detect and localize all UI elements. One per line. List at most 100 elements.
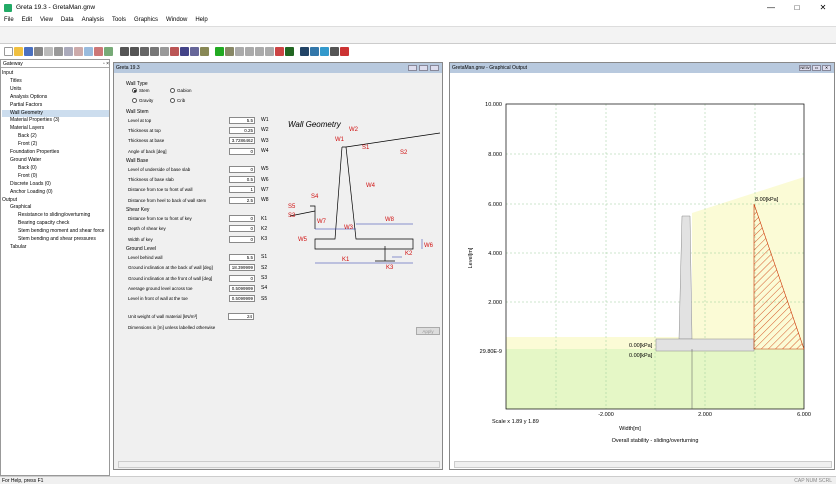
font-icon[interactable] [150, 47, 159, 56]
field-value[interactable]: 0.5 [229, 176, 255, 184]
force-icon[interactable] [225, 47, 234, 56]
radio-gabion[interactable]: Gabion [170, 88, 192, 93]
field-value[interactable]: 0.5099999 [229, 295, 255, 303]
select-icon[interactable] [120, 47, 129, 56]
find-icon[interactable] [200, 47, 209, 56]
tree-item[interactable]: Anchor Loading (0) [2, 189, 109, 197]
graph-new-button[interactable]: NEW [799, 65, 811, 71]
clear-icon[interactable] [340, 47, 349, 56]
tree-item[interactable]: Input [2, 70, 109, 78]
tree-item[interactable]: Analysis Options [2, 94, 109, 102]
minimize-button[interactable]: — [758, 0, 784, 15]
new-icon[interactable] [4, 47, 13, 56]
print-icon[interactable] [34, 47, 43, 56]
tree-item[interactable]: Front (0) [2, 173, 109, 181]
tree-item[interactable]: Foundation Properties [2, 149, 109, 157]
tree-item[interactable]: Stem bending moment and shear force [2, 228, 109, 236]
menu-window[interactable]: Window [162, 17, 191, 23]
radio-gravity[interactable]: Gravity [132, 98, 153, 103]
tree-item[interactable]: Material Layers [2, 125, 109, 133]
tree-item[interactable]: Titles [2, 78, 109, 86]
tree-item[interactable]: Back (2) [2, 133, 109, 141]
copy-icon[interactable] [64, 47, 73, 56]
apply-button[interactable]: Apply [416, 327, 440, 335]
menu-data[interactable]: Data [57, 17, 78, 23]
cut-icon[interactable] [54, 47, 63, 56]
text-icon[interactable] [140, 47, 149, 56]
tree-item[interactable]: Graphical [2, 204, 109, 212]
field-value[interactable]: 0 [229, 215, 255, 223]
close-button[interactable]: ✕ [810, 0, 836, 15]
field-value[interactable]: 0 [229, 225, 255, 233]
line-icon[interactable] [235, 47, 244, 56]
window-icon[interactable] [310, 47, 319, 56]
tree-item[interactable]: Front (2) [2, 141, 109, 149]
tree-item[interactable]: Wall Geometry [2, 109, 109, 118]
anchor-icon[interactable] [285, 47, 294, 56]
menu-tools[interactable]: Tools [108, 17, 130, 23]
tree-item[interactable]: Output [2, 197, 109, 205]
graph-close-button[interactable]: ✕ [822, 65, 831, 71]
field-value[interactable]: 0.5099999 [229, 284, 255, 292]
tree-item[interactable]: Discrete Loads (0) [2, 181, 109, 189]
menu-analysis[interactable]: Analysis [78, 17, 108, 23]
field-value[interactable]: 2.5 [229, 196, 255, 204]
menu-help[interactable]: Help [191, 17, 211, 23]
help-icon[interactable] [104, 47, 113, 56]
input-restore-button[interactable] [419, 65, 428, 71]
field-value[interactable]: 0 [229, 235, 255, 243]
run-icon[interactable] [215, 47, 224, 56]
field-value[interactable]: 1 [229, 186, 255, 194]
tree-item[interactable]: Back (0) [2, 165, 109, 173]
tree-item[interactable]: Ground Water [2, 157, 109, 165]
tree-item[interactable]: Units [2, 86, 109, 94]
menu-view[interactable]: View [36, 17, 57, 23]
field-value[interactable]: 18.399999 [229, 264, 255, 272]
field-value[interactable]: 0.25 [229, 126, 255, 134]
wedge-icon[interactable] [265, 47, 274, 56]
toolbar-file [4, 47, 113, 58]
menu-edit[interactable]: Edit [18, 17, 36, 23]
angle-icon[interactable] [245, 47, 254, 56]
field-value[interactable]: 0 [229, 165, 255, 173]
graph-scrollbar[interactable] [454, 461, 832, 468]
unit-weight-field[interactable]: 24 [228, 313, 254, 321]
tree-item[interactable]: Bearing capacity check [2, 220, 109, 228]
open-icon[interactable] [14, 47, 23, 56]
input-close-button[interactable] [430, 65, 439, 71]
move-icon[interactable] [130, 47, 139, 56]
grid-icon[interactable] [160, 47, 169, 56]
tree-item[interactable]: Tabular [2, 244, 109, 252]
paste-icon[interactable] [74, 47, 83, 56]
field-value[interactable]: 0 [229, 274, 255, 282]
stop-icon[interactable] [170, 47, 179, 56]
input-scrollbar[interactable] [118, 461, 440, 468]
tile-icon[interactable] [320, 47, 329, 56]
wall-icon[interactable] [275, 47, 284, 56]
save-icon[interactable] [24, 47, 33, 56]
field-value[interactable]: 5.5 [229, 253, 255, 261]
field-value[interactable]: 0 [229, 147, 255, 155]
calc-icon[interactable] [94, 47, 103, 56]
dimension-icon[interactable] [255, 47, 264, 56]
print-preview-icon[interactable] [44, 47, 53, 56]
tree-item[interactable]: Resistance to sliding/overturning [2, 212, 109, 220]
radio-stem[interactable]: Stem [132, 88, 150, 93]
menu-file[interactable]: File [0, 17, 18, 23]
field-value[interactable]: 5.5 [229, 116, 255, 124]
sum-icon[interactable] [330, 47, 339, 56]
menu-graphics[interactable]: Graphics [130, 17, 162, 23]
graph-restore-button[interactable]: ▭ [812, 65, 821, 71]
tree-item[interactable]: Stem bending and shear pressures [2, 236, 109, 244]
tree-item[interactable]: Partial Factors [2, 102, 109, 110]
input-minimize-button[interactable] [408, 65, 417, 71]
radio-crib[interactable]: Crib [170, 98, 185, 103]
maximize-button[interactable]: □ [784, 0, 810, 15]
field-value[interactable]: 3.7286462 [229, 137, 255, 145]
tree-item[interactable]: Material Properties (3) [2, 117, 109, 125]
layers-icon[interactable] [190, 47, 199, 56]
chart-icon[interactable] [300, 47, 309, 56]
zoom-icon[interactable] [84, 47, 93, 56]
table-icon[interactable] [180, 47, 189, 56]
pin-close-icon[interactable]: ▫ × [103, 61, 109, 67]
